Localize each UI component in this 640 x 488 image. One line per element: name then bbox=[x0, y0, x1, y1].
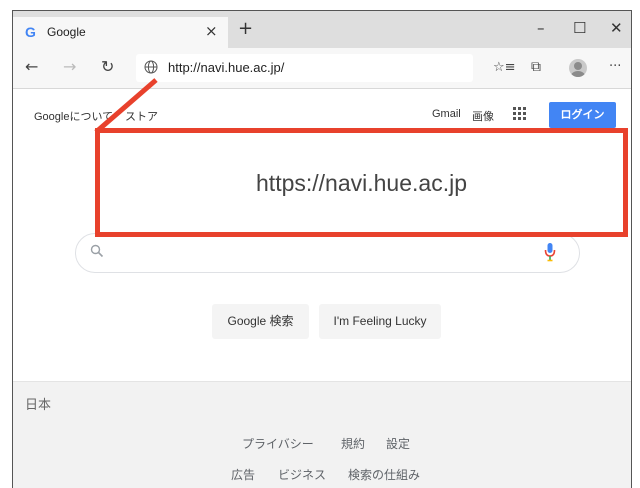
more-icon[interactable]: ··· bbox=[609, 58, 621, 76]
globe-icon bbox=[144, 60, 158, 74]
browser-toolbar: ← → ↻ http://navi.hue.ac.jp/ ☆≡ ⧉ ··· bbox=[13, 48, 631, 89]
tab-close-icon[interactable]: × bbox=[205, 22, 218, 40]
maximize-icon[interactable]: ☐ bbox=[573, 19, 586, 37]
google-search-button[interactable]: Google 検索 bbox=[212, 304, 309, 339]
forward-icon[interactable]: → bbox=[63, 58, 76, 76]
profile-avatar-icon[interactable] bbox=[569, 59, 587, 77]
images-link[interactable]: 画像 bbox=[472, 108, 494, 124]
collections-icon[interactable]: ⧉ bbox=[531, 58, 541, 76]
microphone-icon[interactable] bbox=[544, 242, 556, 262]
tab-google[interactable]: G Google × bbox=[13, 17, 228, 48]
browser-window: G Google × + – ☐ ✕ ← → ↻ http://navi.hue… bbox=[12, 10, 632, 488]
privacy-link[interactable]: プライバシー bbox=[242, 435, 314, 452]
terms-link[interactable]: 規約 bbox=[341, 435, 365, 452]
footer-country-bar: 日本 bbox=[13, 381, 631, 422]
country-label: 日本 bbox=[25, 397, 52, 412]
ads-link[interactable]: 広告 bbox=[231, 466, 255, 483]
settings-link[interactable]: 設定 bbox=[386, 435, 410, 452]
apps-grid-icon[interactable] bbox=[513, 107, 527, 121]
address-bar[interactable]: http://navi.hue.ac.jp/ bbox=[136, 54, 473, 82]
login-button[interactable]: ログイン bbox=[549, 102, 616, 128]
tab-strip: G Google × + – ☐ ✕ bbox=[13, 11, 631, 48]
minimize-icon[interactable]: – bbox=[537, 19, 545, 37]
close-window-icon[interactable]: ✕ bbox=[610, 19, 623, 37]
store-link[interactable]: ストア bbox=[125, 108, 158, 124]
how-search-works-link[interactable]: 検索の仕組み bbox=[348, 466, 420, 483]
search-icon bbox=[90, 244, 104, 258]
favorites-icon[interactable]: ☆≡ bbox=[493, 59, 516, 77]
business-link[interactable]: ビジネス bbox=[278, 466, 326, 483]
tab-title: Google bbox=[47, 25, 86, 39]
url-text: http://navi.hue.ac.jp/ bbox=[168, 60, 285, 75]
annotation-url-text: https://navi.hue.ac.jp bbox=[256, 170, 467, 196]
feeling-lucky-button[interactable]: I'm Feeling Lucky bbox=[319, 304, 441, 339]
footer-links: プライバシー 規約 設定 広告 ビジネス 検索の仕組み bbox=[13, 421, 631, 488]
annotation-callout-box: https://navi.hue.ac.jp bbox=[95, 128, 628, 237]
gmail-link[interactable]: Gmail bbox=[432, 108, 461, 120]
new-tab-icon[interactable]: + bbox=[238, 20, 253, 38]
back-icon[interactable]: ← bbox=[25, 58, 38, 76]
google-favicon-icon: G bbox=[25, 24, 36, 40]
refresh-icon[interactable]: ↻ bbox=[101, 58, 114, 76]
search-input[interactable] bbox=[75, 233, 580, 273]
about-google-link[interactable]: Googleについて bbox=[34, 108, 113, 124]
